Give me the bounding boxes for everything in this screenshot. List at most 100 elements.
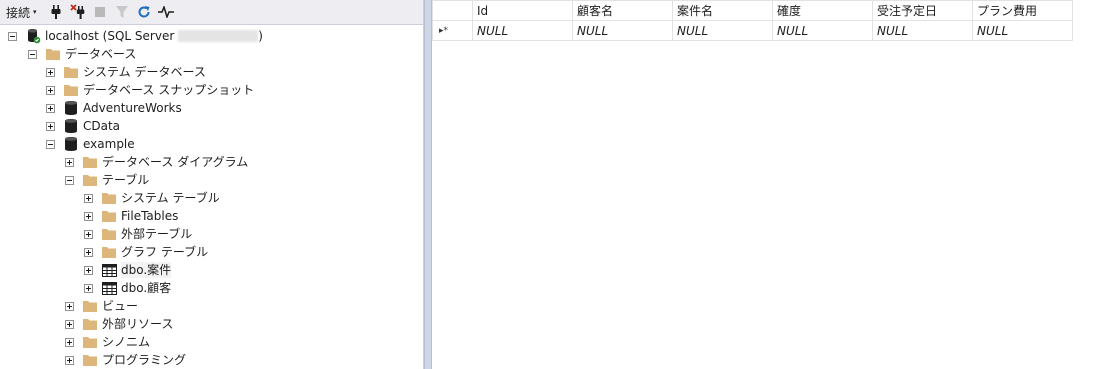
disconnect-icon[interactable]: [69, 3, 87, 21]
refresh-icon[interactable]: [135, 3, 153, 21]
tree-node-tables[interactable]: テーブル: [65, 171, 149, 189]
expand-toggle[interactable]: [65, 355, 74, 365]
expand-toggle[interactable]: [84, 283, 93, 293]
tree-node-database-snapshots[interactable]: データベース スナップショット: [46, 81, 254, 99]
expand-toggle[interactable]: [84, 247, 93, 257]
expand-toggle[interactable]: [46, 121, 55, 131]
tree-node-table-anken[interactable]: dbo.案件: [84, 261, 172, 279]
tree-node-views[interactable]: ビュー: [65, 297, 138, 315]
tree-node-external-resources[interactable]: 外部リソース: [65, 315, 173, 333]
expand-toggle[interactable]: [84, 229, 93, 239]
tree-label: データベース: [65, 47, 137, 61]
table-row: ▸* NULL NULL NULL NULL NULL NULL: [432, 20, 1073, 41]
chevron-down-icon: ▾: [33, 8, 37, 16]
server-label: localhost (SQL Server: [45, 29, 175, 43]
expand-toggle[interactable]: [84, 211, 93, 221]
tree-node-system-databases[interactable]: システム データベース: [46, 63, 206, 81]
column-header-customer-name[interactable]: 顧客名: [572, 0, 673, 21]
folder-icon: [63, 64, 79, 80]
tree-label: データベース スナップショット: [83, 83, 255, 97]
collapse-toggle[interactable]: [65, 175, 74, 185]
tree-label: プログラミング: [102, 353, 187, 367]
tree-node-table-kokyaku[interactable]: dbo.顧客: [84, 279, 171, 297]
folder-icon: [82, 154, 98, 170]
tree-label: FileTables: [121, 209, 179, 223]
tree-label: シノニム: [102, 335, 151, 349]
tree-node-example[interactable]: example: [46, 135, 135, 153]
object-explorer-toolbar: 接続 ▾: [0, 0, 423, 25]
tree-label: データベース ダイアグラム: [102, 155, 249, 169]
expand-toggle[interactable]: [65, 319, 74, 329]
expand-toggle[interactable]: [65, 301, 74, 311]
collapse-toggle[interactable]: [46, 139, 55, 149]
folder-icon: [101, 190, 117, 206]
expand-toggle[interactable]: [84, 265, 93, 275]
table-icon: [101, 280, 117, 296]
tree-label: テーブル: [102, 173, 150, 187]
column-header-project-name[interactable]: 案件名: [672, 0, 773, 21]
folder-icon: [82, 172, 98, 188]
tree-label: システム データベース: [83, 65, 206, 79]
row-header-corner[interactable]: [432, 0, 473, 21]
results-table: Id 顧客名 案件名 確度 受注予定日 プラン費用 ▸* NULL NULL N…: [432, 0, 1073, 41]
tree-node-cdata[interactable]: CData: [46, 117, 120, 135]
expand-toggle[interactable]: [46, 85, 55, 95]
pane-splitter[interactable]: [424, 0, 432, 369]
redacted-server-version: [178, 30, 259, 42]
tree-label: dbo.顧客: [121, 281, 172, 295]
database-icon: [63, 136, 79, 152]
filter-icon[interactable]: [113, 3, 131, 21]
grid-header-row: Id 顧客名 案件名 確度 受注予定日 プラン費用: [432, 0, 1073, 21]
folder-icon: [82, 298, 98, 314]
column-header-order-date[interactable]: 受注予定日: [872, 0, 973, 21]
tree-label: dbo.案件: [121, 262, 172, 278]
server-label-suffix: ): [258, 29, 263, 43]
column-header-probability[interactable]: 確度: [772, 0, 873, 21]
folder-icon: [45, 46, 61, 62]
grid-cell[interactable]: NULL: [872, 20, 973, 41]
expand-toggle[interactable]: [65, 337, 74, 347]
ssms-window: 接続 ▾ localhost (SQL Server) データベース システム…: [0, 0, 1093, 369]
new-row-marker[interactable]: ▸*: [432, 20, 473, 41]
tree-node-system-tables[interactable]: システム テーブル: [84, 189, 220, 207]
folder-icon: [82, 334, 98, 350]
tree-label: システム テーブル: [121, 191, 220, 205]
tree-label: AdventureWorks: [83, 101, 182, 115]
folder-icon: [101, 226, 117, 242]
tree-label: グラフ テーブル: [121, 245, 209, 259]
column-header-id[interactable]: Id: [472, 0, 573, 21]
folder-icon: [63, 82, 79, 98]
activity-monitor-icon[interactable]: [157, 3, 175, 21]
tree-node-adventureworks[interactable]: AdventureWorks: [46, 99, 182, 117]
folder-icon: [82, 316, 98, 332]
expand-toggle[interactable]: [65, 157, 74, 167]
tree-node-filetables[interactable]: FileTables: [84, 207, 178, 225]
tree-label: example: [83, 137, 135, 151]
grid-cell[interactable]: NULL: [572, 20, 673, 41]
connect-dropdown[interactable]: 接続 ▾: [6, 4, 37, 21]
grid-cell[interactable]: NULL: [472, 20, 573, 41]
tree-node-diagrams[interactable]: データベース ダイアグラム: [65, 153, 248, 171]
folder-icon: [82, 352, 98, 368]
expand-toggle[interactable]: [84, 193, 93, 203]
expand-toggle[interactable]: [46, 67, 55, 77]
column-header-plan-cost[interactable]: プラン費用: [972, 0, 1073, 21]
tree-node-synonyms[interactable]: シノニム: [65, 333, 150, 351]
expand-toggle[interactable]: [46, 103, 55, 113]
tree-label: 外部リソース: [102, 317, 174, 331]
connect-plug-icon[interactable]: [47, 3, 65, 21]
grid-cell[interactable]: NULL: [972, 20, 1073, 41]
tree-label: CData: [83, 119, 121, 133]
table-icon: [101, 262, 117, 278]
tree-node-server[interactable]: localhost (SQL Server ): [8, 27, 263, 45]
tree-node-programmability[interactable]: プログラミング: [65, 351, 186, 369]
stop-icon[interactable]: [91, 3, 109, 21]
database-icon: [63, 100, 79, 116]
tree-node-external-tables[interactable]: 外部テーブル: [84, 225, 192, 243]
grid-cell[interactable]: NULL: [772, 20, 873, 41]
tree-node-databases[interactable]: データベース: [28, 45, 136, 63]
collapse-toggle[interactable]: [28, 49, 37, 59]
collapse-toggle[interactable]: [8, 31, 17, 41]
grid-cell[interactable]: NULL: [672, 20, 773, 41]
tree-node-graph-tables[interactable]: グラフ テーブル: [84, 243, 208, 261]
